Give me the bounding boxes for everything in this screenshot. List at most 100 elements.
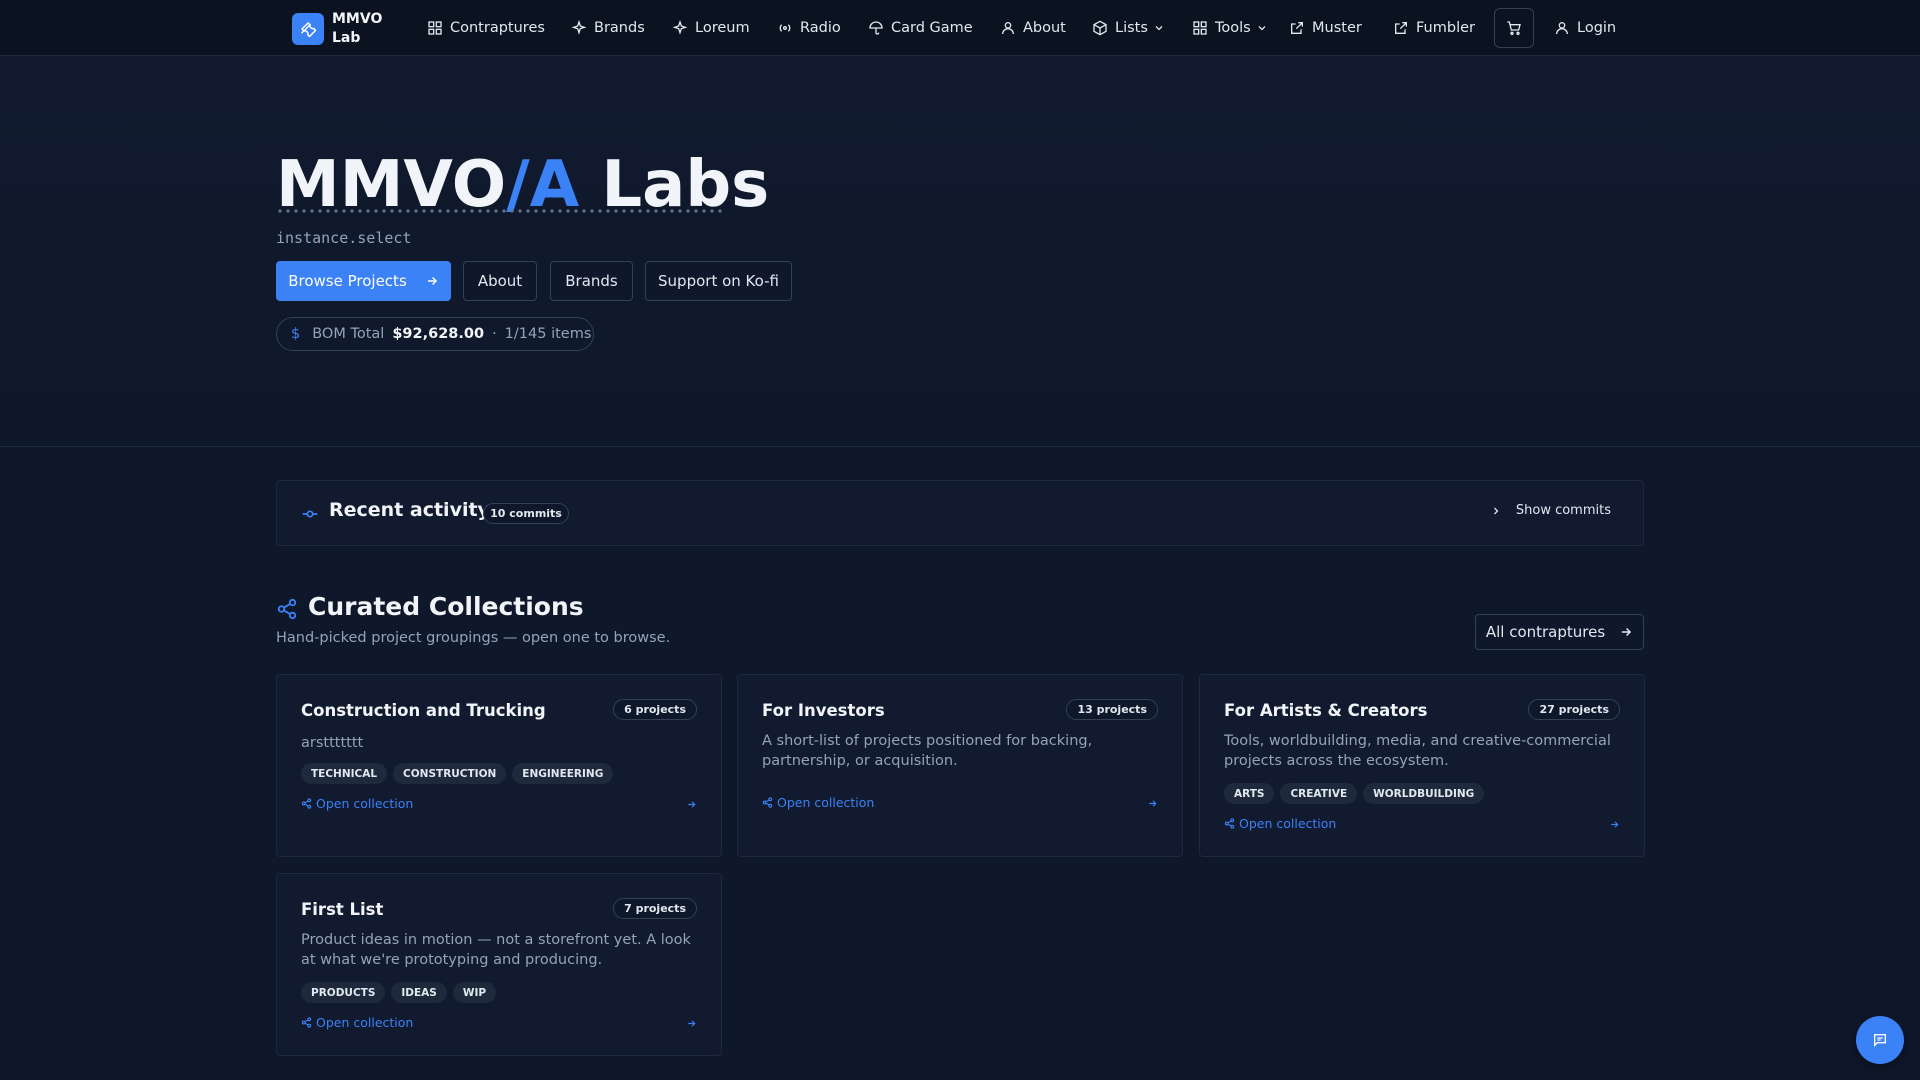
nav-label: Fumbler bbox=[1416, 20, 1475, 36]
tag: TECHNICAL bbox=[301, 763, 388, 784]
arrow-right-icon bbox=[1622, 627, 1632, 637]
bom-item-count: 1/145 items bbox=[504, 326, 592, 342]
collection-card[interactable]: Construction and Trucking 6 projects ars… bbox=[276, 674, 722, 857]
arrow-right-icon bbox=[1611, 821, 1619, 828]
chevron-down-icon bbox=[1258, 26, 1266, 31]
collection-title: For Artists & Creators bbox=[1224, 701, 1428, 720]
nav-label: Tools bbox=[1215, 20, 1251, 36]
arrow-right-icon bbox=[688, 801, 696, 808]
instance-subtitle: instance.select bbox=[276, 229, 412, 247]
sparkle-icon bbox=[672, 20, 688, 35]
nav-label: Muster bbox=[1312, 20, 1362, 36]
brand-logo-link[interactable]: MMVO Lab bbox=[292, 10, 392, 48]
bom-total-value: $92,628.00 bbox=[392, 326, 485, 342]
collections-subtitle: Hand-picked project groupings — open one… bbox=[276, 630, 671, 646]
collection-card[interactable]: First List 7 projects Product ideas in m… bbox=[276, 873, 722, 1056]
nav-label: Brands bbox=[594, 20, 645, 36]
open-collection-link[interactable]: Open collection bbox=[1224, 816, 1336, 831]
chat-fab-button[interactable] bbox=[1856, 1016, 1904, 1064]
sparkle-icon bbox=[571, 20, 587, 35]
umbrella-icon bbox=[869, 21, 883, 35]
user-icon bbox=[1002, 22, 1014, 35]
nav-label: Radio bbox=[800, 20, 841, 36]
nav-fumbler-link[interactable]: Fumbler bbox=[1393, 0, 1475, 56]
share-icon bbox=[1224, 818, 1235, 829]
nav-label: Card Game bbox=[891, 20, 973, 36]
arrow-right-icon bbox=[688, 1020, 696, 1027]
kofi-support-button[interactable]: Support on Ko-fi bbox=[645, 261, 792, 301]
nav-label: Loreum bbox=[695, 20, 750, 36]
browse-projects-button[interactable]: Browse Projects bbox=[276, 261, 451, 301]
tag: CONSTRUCTION bbox=[393, 763, 507, 784]
nav-muster-link[interactable]: Muster bbox=[1289, 0, 1362, 56]
collection-description: Product ideas in motion — not a storefro… bbox=[301, 932, 691, 968]
brands-button[interactable]: Brands bbox=[550, 261, 633, 301]
arrow-right-icon bbox=[1149, 800, 1157, 807]
user-icon bbox=[1556, 22, 1568, 35]
tag: CREATIVE bbox=[1280, 783, 1358, 804]
nav-lists-dropdown[interactable]: Lists bbox=[1092, 0, 1165, 56]
nav-label: Contraptures bbox=[450, 20, 545, 36]
cart-icon bbox=[1507, 21, 1521, 35]
all-contraptures-button[interactable]: All contraptures bbox=[1475, 614, 1644, 650]
login-label: Login bbox=[1577, 20, 1617, 36]
chat-icon bbox=[1874, 1034, 1886, 1047]
share-icon bbox=[301, 1017, 312, 1028]
collection-card[interactable]: For Artists & Creators 27 projects Tools… bbox=[1199, 674, 1645, 857]
project-count-badge: 13 projects bbox=[1066, 699, 1158, 720]
grid-icon bbox=[1193, 21, 1207, 35]
tag: ENGINEERING bbox=[512, 763, 614, 784]
external-link-icon bbox=[1395, 22, 1407, 34]
dollar-icon: $ bbox=[291, 326, 301, 342]
nav-tools-dropdown[interactable]: Tools bbox=[1192, 0, 1268, 56]
cart-button[interactable] bbox=[1494, 8, 1534, 48]
project-count-badge: 7 projects bbox=[613, 898, 697, 919]
tag: ARTS bbox=[1224, 783, 1275, 804]
collections-title: Curated Collections bbox=[308, 592, 584, 621]
project-count-badge: 6 projects bbox=[613, 699, 697, 720]
recent-activity-title: Recent activity bbox=[329, 499, 490, 521]
collection-title: For Investors bbox=[762, 701, 885, 720]
chevron-right-icon bbox=[1493, 507, 1499, 514]
nav-label: About bbox=[1023, 20, 1066, 36]
tag: IDEAS bbox=[391, 982, 447, 1003]
tag: WIP bbox=[452, 982, 497, 1003]
nav-about[interactable]: About bbox=[1000, 0, 1066, 56]
collection-tags: TECHNICAL CONSTRUCTION ENGINEERING bbox=[301, 763, 619, 784]
wrench-icon bbox=[292, 13, 324, 45]
project-count-badge: 27 projects bbox=[1528, 699, 1620, 720]
share-icon bbox=[277, 598, 297, 620]
collection-tags: ARTS CREATIVE WORLDBUILDING bbox=[1224, 783, 1490, 804]
collection-title: First List bbox=[301, 900, 384, 919]
bom-total-badge: $ BOM Total $92,628.00 · 1/145 items bbox=[276, 317, 594, 351]
external-link-icon bbox=[1291, 22, 1303, 34]
nav-label: Lists bbox=[1115, 20, 1148, 36]
recent-activity-panel: Recent activity 10 commits Show commits bbox=[276, 480, 1644, 546]
open-collection-link[interactable]: Open collection bbox=[301, 796, 413, 811]
nav-loreum[interactable]: Loreum bbox=[672, 0, 750, 56]
collection-card[interactable]: For Investors 13 projects A short-list o… bbox=[737, 674, 1183, 857]
about-button[interactable]: About bbox=[463, 261, 537, 301]
tag: WORLDBUILDING bbox=[1363, 783, 1485, 804]
collection-description: Tools, worldbuilding, media, and creativ… bbox=[1224, 733, 1611, 769]
radio-icon bbox=[779, 24, 791, 32]
commit-icon bbox=[302, 510, 318, 518]
nav-card-game[interactable]: Card Game bbox=[868, 0, 973, 56]
share-icon bbox=[301, 798, 312, 809]
show-commits-toggle[interactable]: Show commits bbox=[1490, 503, 1611, 518]
nav-contraptures[interactable]: Contraptures bbox=[427, 0, 545, 56]
collection-description: A short-list of projects positioned for … bbox=[762, 733, 1093, 769]
title-underline-dots bbox=[276, 209, 722, 213]
open-collection-link[interactable]: Open collection bbox=[762, 795, 874, 810]
collection-description: arsttttttt bbox=[301, 735, 364, 751]
collection-title: Construction and Trucking bbox=[301, 701, 546, 720]
login-link[interactable]: Login bbox=[1554, 0, 1616, 56]
nav-radio[interactable]: Radio bbox=[777, 0, 841, 56]
top-nav: MMVO Lab Contraptures Brands Loreum Radi… bbox=[0, 0, 1920, 56]
brand-name: MMVO Lab bbox=[332, 11, 383, 46]
box-icon bbox=[1093, 20, 1107, 36]
nav-brands[interactable]: Brands bbox=[571, 0, 645, 56]
open-collection-link[interactable]: Open collection bbox=[301, 1015, 413, 1030]
tag: PRODUCTS bbox=[301, 982, 386, 1003]
chevron-down-icon bbox=[1155, 26, 1163, 31]
